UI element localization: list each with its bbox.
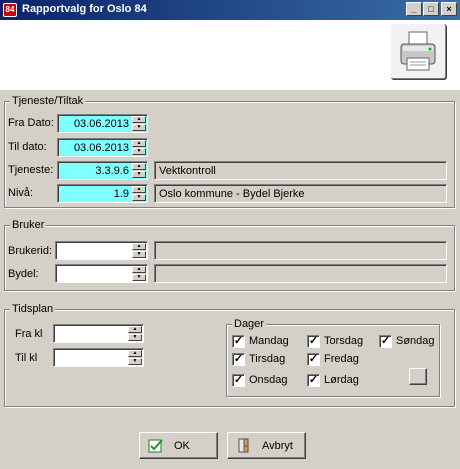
ok-button[interactable]: OK [139, 432, 218, 459]
bydel-field[interactable]: ▲ ▼ [55, 264, 148, 283]
check-icon[interactable]: ✓ [232, 353, 245, 366]
til-kl-label: Til kl [15, 352, 38, 364]
check-icon[interactable]: ✓ [307, 353, 320, 366]
maximize-button[interactable]: □ [423, 2, 439, 16]
til-kl-field[interactable]: ▲ ▼ [53, 348, 144, 367]
niva-value: 1.9 [113, 188, 129, 200]
spin-up-icon[interactable]: ▲ [132, 140, 146, 147]
fra-kl-spinner[interactable]: ▲ ▼ [128, 326, 142, 341]
dager-legend: Dager [232, 318, 266, 330]
check-icon[interactable]: ✓ [307, 374, 320, 387]
brukerid-spinner[interactable]: ▲ ▼ [132, 243, 146, 258]
spin-down-icon[interactable]: ▼ [132, 148, 146, 155]
brukerid-label: Brukerid: [8, 245, 53, 257]
cancel-label: Avbryt [262, 440, 293, 452]
ok-label: OK [174, 440, 190, 452]
niva-description-text: Oslo kommune - Bydel Bjerke [159, 188, 305, 200]
cancel-button[interactable]: Avbryt [227, 432, 306, 459]
fra-dato-value: 03.06.2013 [73, 118, 129, 130]
spin-up-icon[interactable]: ▲ [132, 116, 146, 123]
til-dato-label: Til dato: [8, 141, 47, 153]
tjeneste-legend: Tjeneste/Tiltak [10, 95, 86, 107]
fra-kl-label: Fra kl [15, 328, 43, 340]
print-button[interactable] [390, 23, 446, 79]
ok-check-icon [148, 439, 163, 453]
bydel-label: Bydel: [8, 268, 39, 280]
niva-field[interactable]: 1.9 ▲ ▼ [57, 184, 148, 203]
tjeneste-label: Tjeneste: [8, 164, 54, 176]
check-icon[interactable]: ✓ [232, 335, 245, 348]
spin-down-icon[interactable]: ▼ [132, 274, 146, 281]
window-title: Rapportvalg for Oslo 84 [22, 3, 147, 15]
tjeneste-field[interactable]: 3.3.9.6 ▲ ▼ [57, 161, 148, 180]
fra-dato-field[interactable]: 03.06.2013 ▲ ▼ [57, 114, 148, 133]
spin-up-icon[interactable]: ▲ [132, 243, 146, 250]
spin-up-icon[interactable]: ▲ [132, 266, 146, 273]
niva-description: Oslo kommune - Bydel Bjerke [154, 184, 447, 203]
til-kl-spinner[interactable]: ▲ ▼ [128, 350, 142, 365]
tjeneste-value: 3.3.9.6 [95, 165, 129, 177]
brukerid-description [154, 241, 447, 260]
check-icon[interactable]: ✓ [232, 374, 245, 387]
bydel-description [154, 264, 447, 283]
spin-up-icon[interactable]: ▲ [132, 186, 146, 193]
brukerid-field[interactable]: ▲ ▼ [55, 241, 148, 260]
spin-down-icon[interactable]: ▼ [132, 124, 146, 131]
check-icon[interactable]: ✓ [379, 335, 392, 348]
tjeneste-description-text: Vektkontroll [159, 165, 216, 177]
close-button[interactable]: × [441, 2, 457, 16]
printer-icon [400, 31, 436, 71]
niva-spinner[interactable]: ▲ ▼ [132, 186, 146, 201]
tjeneste-spinner[interactable]: ▲ ▼ [132, 163, 146, 178]
spin-up-icon[interactable]: ▲ [132, 163, 146, 170]
app-icon: 84 [3, 3, 17, 17]
til-dato-field[interactable]: 03.06.2013 ▲ ▼ [57, 138, 148, 157]
minimize-button[interactable]: _ [406, 2, 422, 16]
fra-kl-field[interactable]: ▲ ▼ [53, 324, 144, 343]
check-icon[interactable]: ✓ [307, 335, 320, 348]
spin-down-icon[interactable]: ▼ [128, 334, 142, 341]
bydel-spinner[interactable]: ▲ ▼ [132, 266, 146, 281]
spin-up-icon[interactable]: ▲ [128, 326, 142, 333]
spin-up-icon[interactable]: ▲ [128, 350, 142, 357]
fra-dato-spinner[interactable]: ▲ ▼ [132, 116, 146, 131]
tidsplan-legend: Tidsplan [10, 303, 56, 315]
spin-down-icon[interactable]: ▼ [128, 358, 142, 365]
til-dato-value: 03.06.2013 [73, 142, 129, 154]
tjeneste-description: Vektkontroll [154, 161, 447, 180]
fra-dato-label: Fra Dato: [8, 117, 54, 129]
spin-down-icon[interactable]: ▼ [132, 171, 146, 178]
niva-label: Nivå: [8, 187, 34, 199]
spin-down-icon[interactable]: ▼ [132, 194, 146, 201]
dager-select-button[interactable] [409, 368, 427, 385]
til-dato-spinner[interactable]: ▲ ▼ [132, 140, 146, 155]
title-bar: 84 Rapportvalg for Oslo 84 _ □ × [0, 0, 460, 20]
exit-door-icon [238, 438, 249, 453]
bruker-legend: Bruker [10, 219, 47, 231]
spin-down-icon[interactable]: ▼ [132, 251, 146, 258]
